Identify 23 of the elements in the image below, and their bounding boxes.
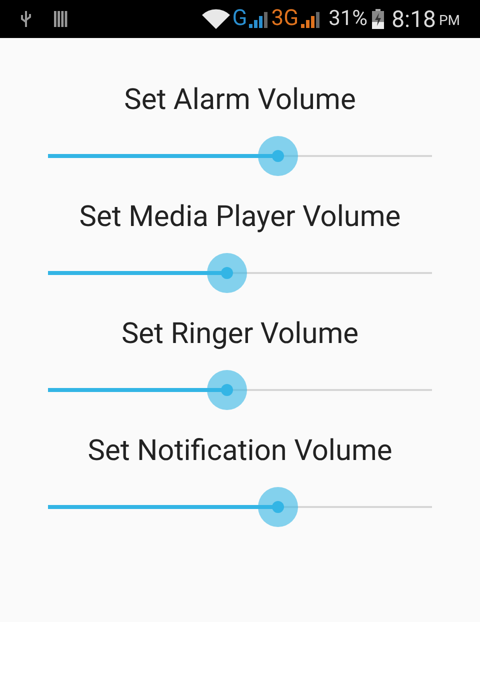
volume-title: Set Ringer Volume: [121, 316, 359, 352]
volume-slider[interactable]: [48, 370, 432, 410]
battery-charging-icon: [372, 9, 384, 29]
slider-thumb[interactable]: [258, 487, 298, 527]
volume-slider[interactable]: [48, 487, 432, 527]
network-label: G: [232, 8, 248, 30]
usb-icon: [20, 10, 32, 28]
slider-thumb[interactable]: [206, 370, 247, 410]
volume-title: Set Alarm Volume: [124, 82, 356, 118]
slider-thumb[interactable]: [206, 253, 247, 293]
volume-title: Set Media Player Volume: [79, 199, 401, 235]
battery-percent: 31%: [328, 8, 368, 30]
signal-icon: [249, 10, 270, 28]
slider-thumb[interactable]: [258, 136, 298, 176]
clock-period: PM: [438, 14, 460, 28]
barcode-icon: [54, 11, 68, 27]
network-label: 3G: [271, 8, 299, 30]
volume-slider[interactable]: [48, 136, 432, 176]
volume-slider[interactable]: [48, 253, 432, 293]
volume-title: Set Notification Volume: [88, 433, 392, 469]
signal-icon: [300, 10, 321, 28]
clock-time: 8:18: [392, 8, 436, 30]
wifi-icon: [202, 9, 230, 29]
